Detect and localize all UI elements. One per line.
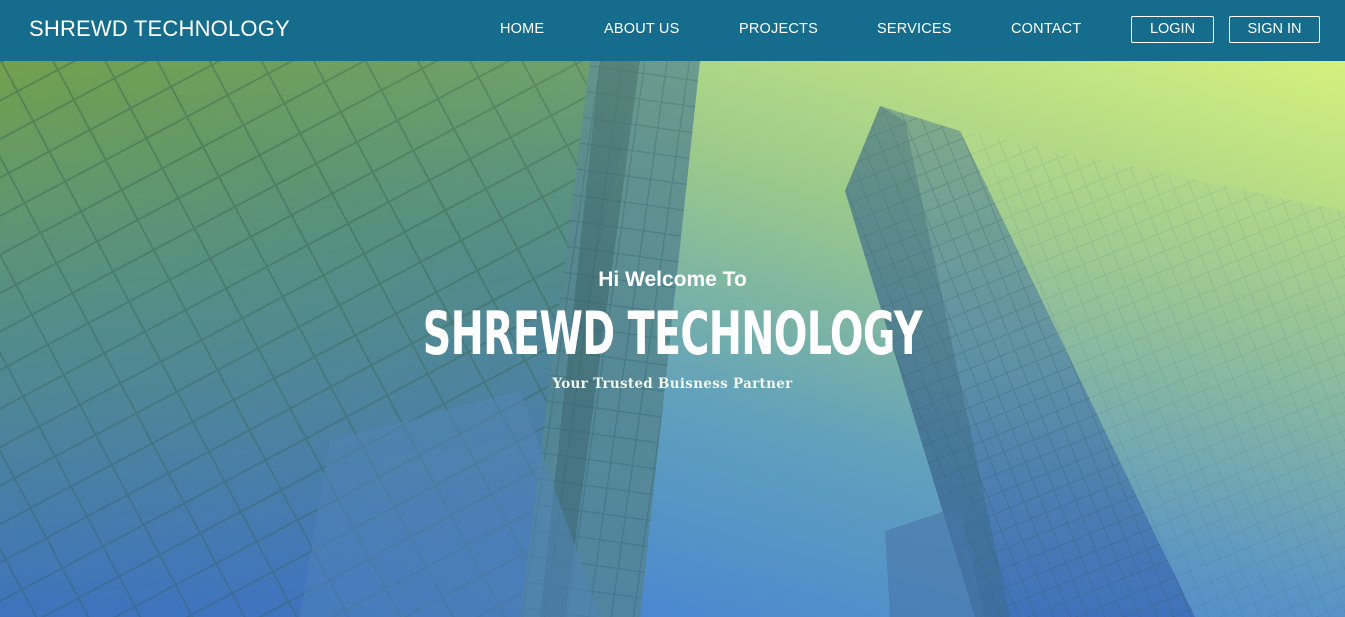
nav-link-home[interactable]: HOME	[500, 21, 544, 38]
nav-link-about-us[interactable]: ABOUT US	[604, 21, 679, 38]
page: SHREWD TECHNOLOGY HOME ABOUT US PROJECTS…	[0, 0, 1345, 617]
nav-link-projects[interactable]: PROJECTS	[739, 21, 818, 38]
login-button[interactable]: LOGIN	[1131, 16, 1214, 43]
nav-link-services[interactable]: SERVICES	[877, 21, 952, 38]
top-navbar: SHREWD TECHNOLOGY HOME ABOUT US PROJECTS…	[0, 0, 1345, 61]
hero-greeting: Hi Welcome To	[598, 268, 747, 291]
sign-in-button[interactable]: SIGN IN	[1229, 16, 1320, 43]
brand-logo-text[interactable]: SHREWD TECHNOLOGY	[29, 16, 290, 42]
hero-section: Hi Welcome To SHREWD TECHNOLOGY Your Tru…	[0, 61, 1345, 617]
hero-tagline: Your Trusted Buisness Partner	[552, 376, 793, 392]
nav-link-contact[interactable]: CONTACT	[1011, 21, 1081, 38]
hero-text-block: Hi Welcome To SHREWD TECHNOLOGY Your Tru…	[0, 61, 1345, 617]
hero-title: SHREWD TECHNOLOGY	[422, 299, 923, 369]
